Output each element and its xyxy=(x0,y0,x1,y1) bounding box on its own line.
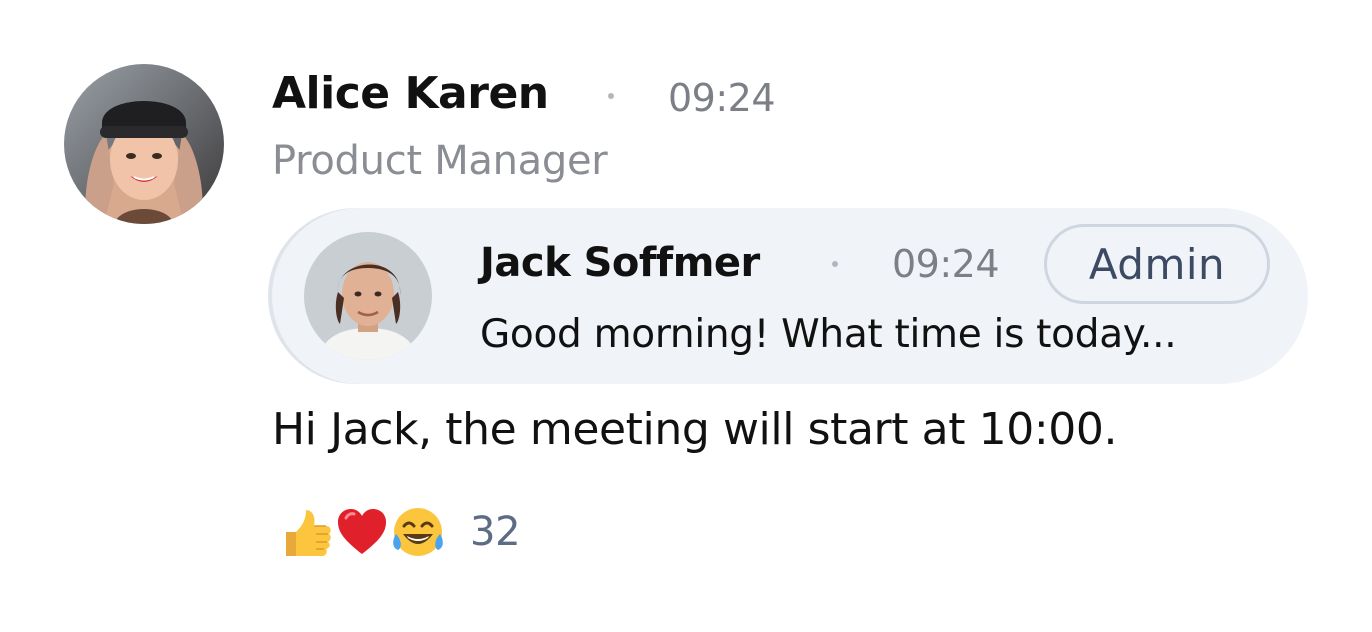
reply-quote[interactable]: Jack Soffmer 09:24 Admin Good morning! W… xyxy=(272,208,1308,384)
reply-text: Good morning! What time is today... xyxy=(480,312,1177,357)
author-name[interactable]: Alice Karen xyxy=(272,68,549,119)
avatar[interactable] xyxy=(64,64,224,224)
reply-timestamp: 09:24 xyxy=(892,242,1000,286)
red-heart-icon[interactable] xyxy=(334,504,390,560)
message-text: Hi Jack, the meeting will start at 10:00… xyxy=(272,404,1118,455)
reactions-bar[interactable]: 32 xyxy=(278,500,521,564)
separator-dot xyxy=(832,261,838,267)
reaction-count: 32 xyxy=(470,509,521,555)
reply-author-name[interactable]: Jack Soffmer xyxy=(480,240,760,286)
timestamp: 09:24 xyxy=(668,76,776,120)
reply-avatar[interactable] xyxy=(304,232,432,360)
admin-badge: Admin xyxy=(1044,224,1270,304)
tears-of-joy-icon[interactable] xyxy=(390,504,446,560)
separator-dot xyxy=(608,93,614,99)
thumbs-up-icon[interactable] xyxy=(278,504,334,560)
author-role: Product Manager xyxy=(272,138,608,184)
